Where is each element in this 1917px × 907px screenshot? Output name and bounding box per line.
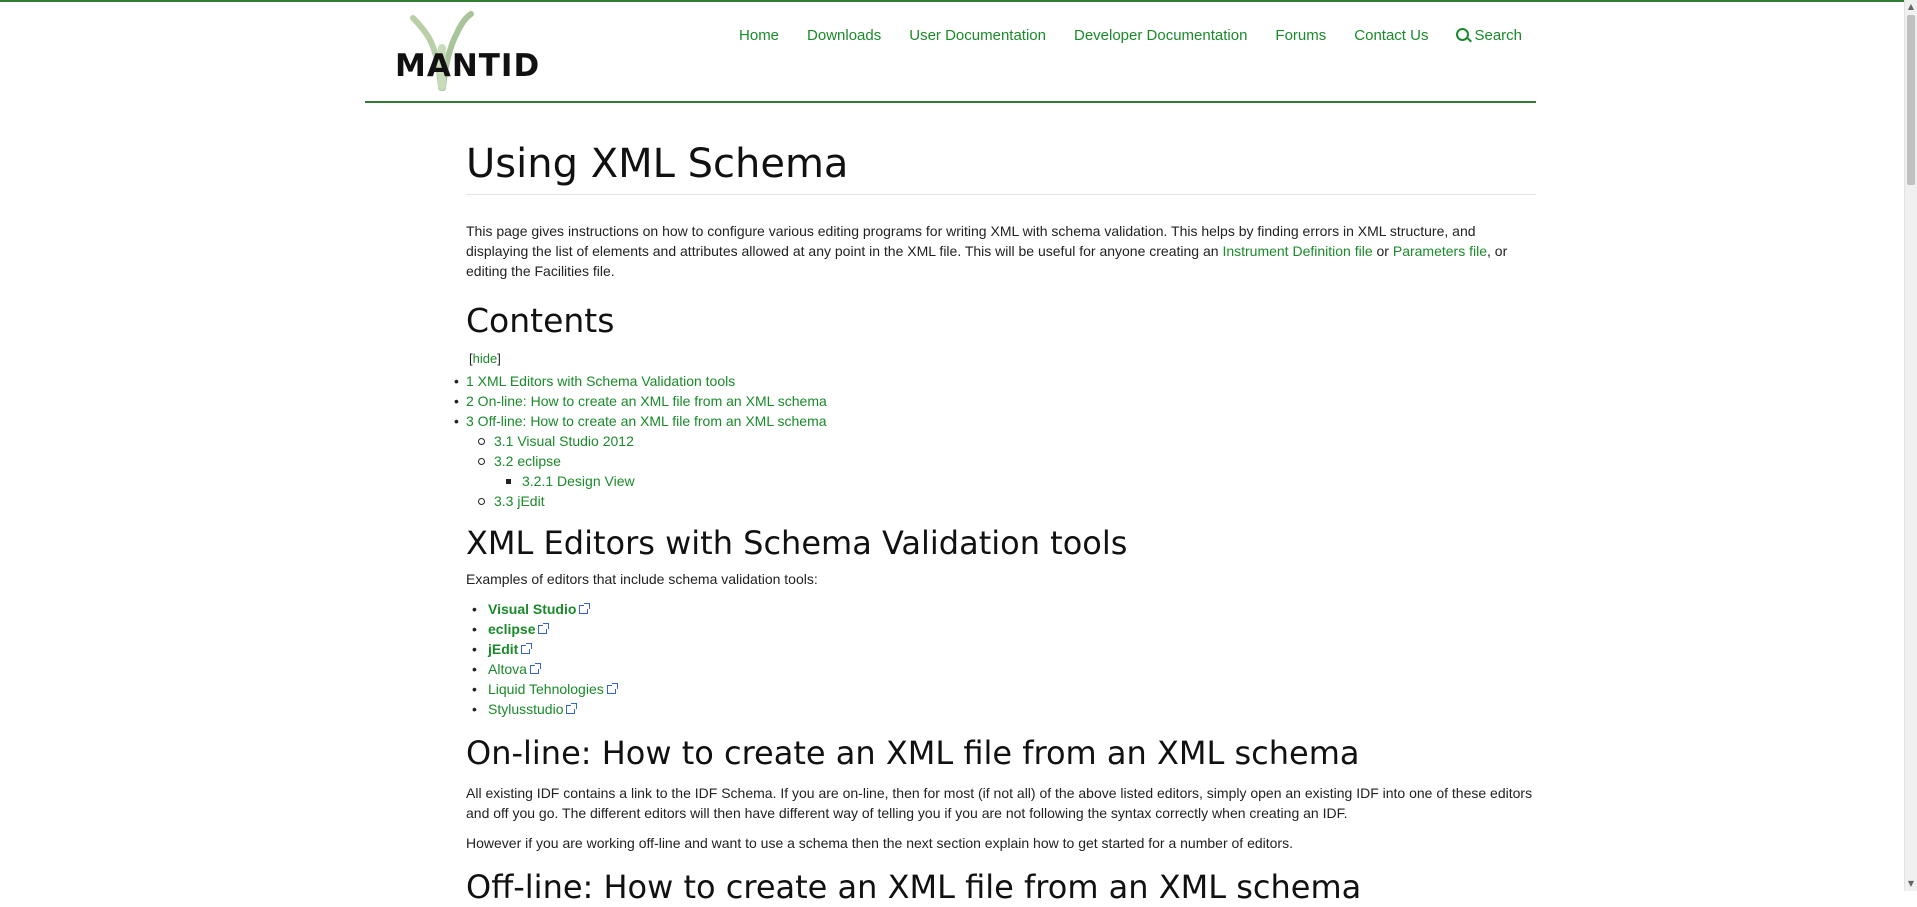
site-header: MANTID Home Downloads User Documentation… (365, 2, 1536, 103)
external-link-icon (521, 643, 533, 654)
editor-link-eclipse[interactable]: eclipse (488, 621, 535, 637)
editor-link-liquid[interactable]: Liquid Tehnologies (488, 681, 604, 697)
section-2-heading: On-line: How to create an XML file from … (466, 734, 1360, 772)
toc-link-3[interactable]: 3 Off-line: How to create an XML file fr… (466, 413, 827, 429)
list-item: eclipse (466, 619, 1536, 639)
toc-item: 2 On-line: How to create an XML file fro… (454, 391, 1536, 411)
nav-developer-documentation[interactable]: Developer Documentation (1074, 27, 1247, 44)
editors-list: Visual Studio eclipse jEdit Altova Liqui… (466, 599, 1536, 719)
main-nav: Home Downloads User Documentation Develo… (739, 27, 1522, 44)
external-link-icon (579, 603, 591, 614)
external-link-icon (538, 623, 550, 634)
scroll-thumb[interactable] (1907, 15, 1915, 185)
toc-link-1[interactable]: 1 XML Editors with Schema Validation too… (466, 373, 735, 389)
nav-downloads[interactable]: Downloads (807, 27, 881, 44)
external-link-icon (529, 663, 541, 674)
external-link-icon (566, 703, 578, 714)
toc-item: 3.1 Visual Studio 2012 (466, 431, 1536, 451)
toc-link-3-2-1[interactable]: 3.2.1 Design View (522, 473, 635, 489)
toc-link-3-2[interactable]: 3.2 eclipse (494, 453, 561, 469)
intro-text-2: or (1372, 243, 1393, 259)
instrument-definition-link[interactable]: Instrument Definition file (1222, 243, 1372, 259)
editor-link-stylusstudio[interactable]: Stylusstudio (488, 701, 563, 717)
toc-item: 3 Off-line: How to create an XML file fr… (454, 411, 1536, 431)
section-1-intro: Examples of editors that include schema … (466, 571, 818, 587)
nav-contact-us[interactable]: Contact Us (1354, 27, 1428, 44)
logo-text: MANTID (395, 48, 541, 84)
nav-user-documentation[interactable]: User Documentation (909, 27, 1046, 44)
mantid-logo[interactable]: MANTID (379, 8, 539, 92)
nav-search[interactable]: Search (1456, 27, 1522, 44)
page-title: Using XML Schema (466, 138, 1536, 195)
editor-link-jedit[interactable]: jEdit (488, 641, 518, 657)
nav-home[interactable]: Home (739, 27, 779, 44)
scroll-up-icon[interactable]: ▲ (1905, 1, 1917, 13)
toc-item: 3.2 eclipse (466, 451, 1536, 471)
list-item: Stylusstudio (466, 699, 1536, 719)
list-item: Altova (466, 659, 1536, 679)
contents-heading: Contents (466, 301, 615, 340)
toc-link-3-1[interactable]: 3.1 Visual Studio 2012 (494, 433, 634, 449)
section-3-heading: Off-line: How to create an XML file from… (466, 868, 1362, 906)
parameters-file-link[interactable]: Parameters file (1393, 243, 1487, 259)
section-2-paragraph-1: All existing IDF contains a link to the … (466, 785, 1533, 821)
toc-link-2[interactable]: 2 On-line: How to create an XML file fro… (466, 393, 827, 409)
main-content: Using XML Schema This page gives instruc… (454, 138, 1536, 907)
list-item: jEdit (466, 639, 1536, 659)
toc-item: 1 XML Editors with Schema Validation too… (454, 371, 1536, 391)
toc-link-3-3[interactable]: 3.3 jEdit (494, 493, 545, 509)
external-link-icon (606, 683, 618, 694)
toc-bracket-close: ] (497, 351, 501, 366)
vertical-scrollbar[interactable]: ▲ ▼ (1904, 0, 1917, 891)
toc-hide-link[interactable]: hide (473, 351, 498, 366)
search-icon (1456, 28, 1470, 41)
nav-search-label: Search (1474, 27, 1522, 44)
intro-paragraph: This page gives instructions on how to c… (466, 221, 1536, 281)
list-item: Liquid Tehnologies (466, 679, 1536, 699)
toc-item: 3.3 jEdit (466, 491, 1536, 511)
list-item: Visual Studio (466, 599, 1536, 619)
nav-forums[interactable]: Forums (1275, 27, 1326, 44)
toc-list: 1 XML Editors with Schema Validation too… (454, 371, 1536, 511)
section-2-paragraph-2: However if you are working off-line and … (466, 835, 1293, 851)
editor-link-visual-studio[interactable]: Visual Studio (488, 601, 576, 617)
scroll-down-icon[interactable]: ▼ (1905, 878, 1917, 890)
section-1-heading: XML Editors with Schema Validation tools (466, 524, 1128, 562)
toc-toggle: [hide] (469, 351, 1536, 366)
editor-link-altova[interactable]: Altova (488, 661, 527, 677)
toc-item: 3.2.1 Design View (466, 471, 1536, 491)
